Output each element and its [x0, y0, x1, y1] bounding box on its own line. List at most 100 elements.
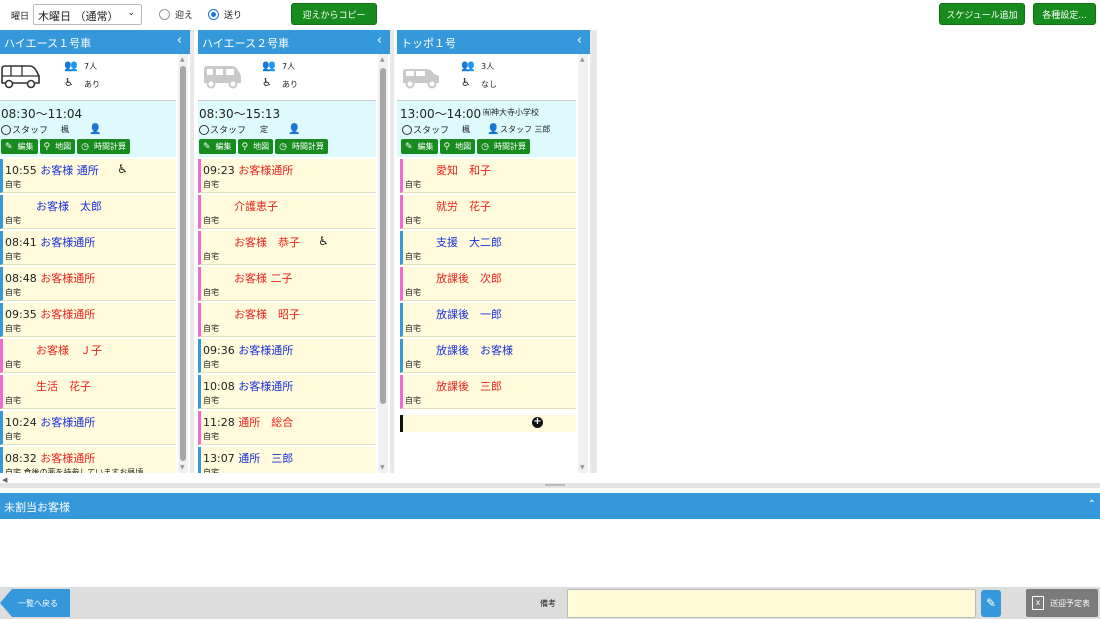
passenger-name: 通所 総合 [238, 416, 294, 429]
van-icon [204, 66, 241, 89]
passenger-card[interactable]: 09:23 お客様通所 自宅 [198, 159, 376, 193]
schedule-time: 08:30～11:04 [1, 107, 83, 121]
passenger-card[interactable]: 放課後 一郎 自宅 [400, 303, 576, 337]
pickup-location: 自宅 [405, 396, 421, 405]
action-buttons: ✎ 編集 ⚲ 地図 ◷ 時間計算 [1, 139, 130, 154]
passenger-card[interactable]: 10:08 お客様通所 自宅 [198, 375, 376, 409]
passenger-card[interactable]: お客様 二子 自宅 [198, 267, 376, 301]
pickup-time: 09:35 [5, 308, 37, 321]
passenger-card[interactable]: お客様 昭子 自宅 [198, 303, 376, 337]
vehicle-info: 👥 7人 ♿ あり [0, 54, 190, 100]
passenger-card[interactable]: 08:48 お客様通所 自宅 [0, 267, 176, 301]
map-label: 地図 [253, 142, 270, 151]
map-button[interactable]: ⚲ 地図 [439, 139, 476, 154]
wheelchair-icon: ♿ [318, 234, 329, 248]
pickup-location: 自宅 [5, 252, 21, 261]
pickup-location: 自宅 [5, 324, 21, 333]
wheelchair-icon: ♿ [461, 76, 471, 89]
radio-pickup-label: 迎え [175, 10, 194, 21]
collapse-chevron-icon[interactable]: ‹ [377, 33, 382, 48]
passenger-card[interactable]: 介護恵子 自宅 [198, 195, 376, 229]
memo-input[interactable] [567, 589, 976, 618]
passenger-card[interactable]: 支援 大二郎 自宅 [400, 231, 576, 265]
steering-wheel-icon [199, 124, 209, 135]
scrollbar-thumb[interactable] [180, 66, 186, 461]
passenger-card[interactable]: 08:32 お客様通所 自宅 食後の薬を持参していますお昼頃 [0, 447, 176, 473]
pickup-location: 自宅 [405, 252, 421, 261]
scroll-up-arrow-icon[interactable]: ▲ [580, 56, 585, 63]
passenger-name: 放課後 三郎 [436, 380, 502, 393]
passenger-line: 11:28 通所 総合 [203, 414, 293, 430]
map-label: 地図 [55, 142, 72, 151]
scrollbar[interactable]: ▲ ▼ [578, 54, 588, 473]
time-calc-button[interactable]: ◷ 時間計算 [477, 139, 530, 154]
plus-icon[interactable]: + [532, 417, 543, 428]
unassigned-panel-header[interactable]: 未割当お客様 ⌃ [0, 493, 1100, 519]
time-calc-button[interactable]: ◷ 時間計算 [77, 139, 130, 154]
passenger-card[interactable]: 09:36 お客様通所 自宅 [198, 339, 376, 373]
chevron-up-icon[interactable]: ⌃ [1088, 499, 1096, 510]
radio-pickup[interactable]: 迎え [159, 8, 194, 21]
scrollbar[interactable]: ▲ ▼ [178, 54, 188, 473]
edit-button[interactable]: ✎ 編集 [199, 139, 236, 154]
passenger-card[interactable]: 愛知 和子 自宅 [400, 159, 576, 193]
map-button[interactable]: ⚲ 地図 [237, 139, 274, 154]
edit-button[interactable]: ✎ 編集 [1, 139, 38, 154]
map-button[interactable]: ⚲ 地図 [39, 139, 76, 154]
schedule-table-button[interactable]: x 送迎予定表 [1026, 589, 1098, 617]
settings-button[interactable]: 各種設定... [1033, 3, 1096, 25]
add-schedule-button[interactable]: スケジュール追加 [939, 3, 1025, 25]
passenger-line: 13:07 通所 三郎 [203, 450, 293, 466]
passenger-card[interactable]: 10:24 お客様通所 自宅 [0, 411, 176, 445]
calc-label: 時間計算 [292, 142, 324, 151]
pencil-icon: ✎ [203, 141, 211, 152]
memo-label: 備考 [540, 599, 556, 608]
column-header: ハイエース１号車 ‹ [0, 30, 190, 54]
passenger-card[interactable]: 放課後 次郎 自宅 [400, 267, 576, 301]
passenger-card[interactable]: お客様 Ｊ子 自宅 [0, 339, 176, 373]
scroll-up-arrow-icon[interactable]: ▲ [180, 56, 185, 63]
back-to-list-button[interactable]: 一覧へ戻る [0, 589, 70, 617]
passenger-card[interactable]: 放課後 三郎自宅 [400, 375, 576, 409]
chevron-down-icon: ⌄ [127, 8, 135, 18]
collapse-chevron-icon[interactable]: ‹ [577, 33, 582, 48]
splitter-grip[interactable] [545, 484, 565, 486]
clock-icon: ◷ [279, 141, 287, 152]
passenger-card[interactable]: 13:07 通所 三郎 自宅 [198, 447, 376, 473]
staff-name: 楓 [462, 125, 470, 134]
passenger-name: お客様 昭子 [234, 308, 300, 321]
edit-memo-button[interactable]: ✎ [981, 590, 1001, 617]
passenger-card[interactable]: 10:55 お客様 通所 ♿ 自宅 [0, 159, 176, 193]
schedule-table-label: 送迎予定表 [1050, 598, 1090, 608]
passenger-card[interactable]: 就労 花子 自宅 [400, 195, 576, 229]
passenger-name: 介護恵子 [234, 200, 278, 213]
passenger-card[interactable]: 11:28 通所 総合 自宅 [198, 411, 376, 445]
collapse-chevron-icon[interactable]: ‹ [177, 33, 182, 48]
scroll-down-arrow-icon[interactable]: ▼ [580, 464, 585, 471]
panel-splitter[interactable]: ◀ [0, 473, 1100, 493]
clock-icon: ◷ [481, 141, 489, 152]
add-passenger-row[interactable]: + [400, 415, 576, 432]
copy-from-pickup-button[interactable]: 迎えからコピー [291, 3, 377, 25]
pickup-location: 自宅 [5, 432, 21, 441]
scrollbar-thumb[interactable] [380, 68, 386, 404]
scroll-down-arrow-icon[interactable]: ▼ [180, 464, 185, 471]
pencil-icon: ✎ [985, 596, 997, 610]
day-select[interactable]: 木曜日 （通常） ⌄ [33, 4, 142, 25]
scroll-down-arrow-icon[interactable]: ▼ [380, 464, 385, 471]
passenger-card[interactable]: 生活 花子 自宅 [0, 375, 176, 409]
passenger-card[interactable]: お客様 恭子 ♿ 自宅 [198, 231, 376, 265]
radio-dropoff[interactable]: 送り [208, 8, 242, 21]
scroll-up-arrow-icon[interactable]: ▲ [380, 56, 385, 63]
pickup-location: 自宅 [5, 216, 21, 225]
passenger-card[interactable]: 09:35 お客様通所 自宅 [0, 303, 176, 337]
passenger-card[interactable]: 08:41 お客様通所 自宅 [0, 231, 176, 265]
passenger-name: 愛知 和子 [436, 164, 491, 177]
scrollbar[interactable]: ▲ ▼ [378, 54, 388, 473]
passenger-line: 就労 花子 [436, 198, 491, 214]
edit-button[interactable]: ✎ 編集 [401, 139, 438, 154]
time-calc-button[interactable]: ◷ 時間計算 [275, 139, 328, 154]
passenger-card[interactable]: 放課後 お客様 自宅 [400, 339, 576, 373]
passenger-line: 10:08 お客様通所 [203, 378, 293, 394]
passenger-card[interactable]: お客様 太郎 自宅 [0, 195, 176, 229]
